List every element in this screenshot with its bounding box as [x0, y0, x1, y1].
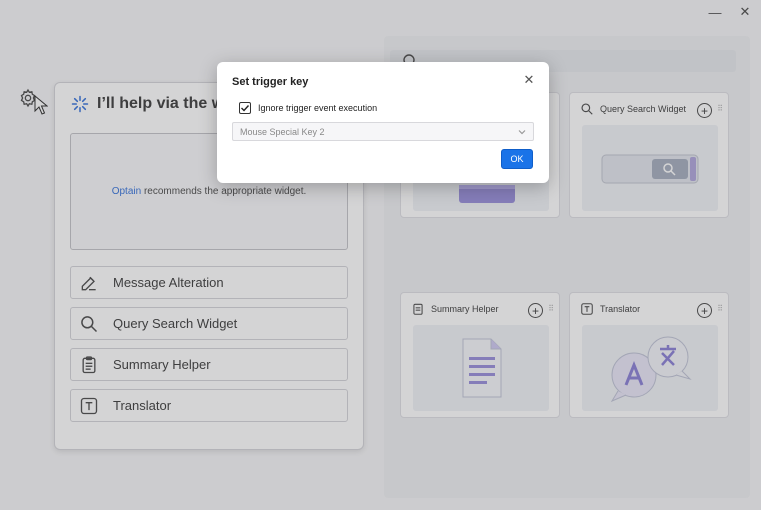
trigger-key-select[interactable]: Mouse Special Key 2 — [232, 122, 534, 141]
checkmark-icon — [241, 105, 250, 112]
close-icon[interactable]: ✕ — [521, 72, 537, 88]
chevron-down-icon — [518, 130, 526, 135]
ignore-trigger-option: Ignore trigger event execution — [239, 102, 377, 114]
ignore-trigger-checkbox[interactable] — [239, 102, 251, 114]
dialog-title: Set trigger key — [232, 76, 309, 88]
checkbox-label: Ignore trigger event execution — [258, 103, 378, 113]
ok-button[interactable]: OK — [501, 149, 533, 169]
set-trigger-key-dialog: Set trigger key ✕ Ignore trigger event e… — [217, 62, 549, 183]
trigger-key-value: Mouse Special Key 2 — [240, 126, 325, 137]
